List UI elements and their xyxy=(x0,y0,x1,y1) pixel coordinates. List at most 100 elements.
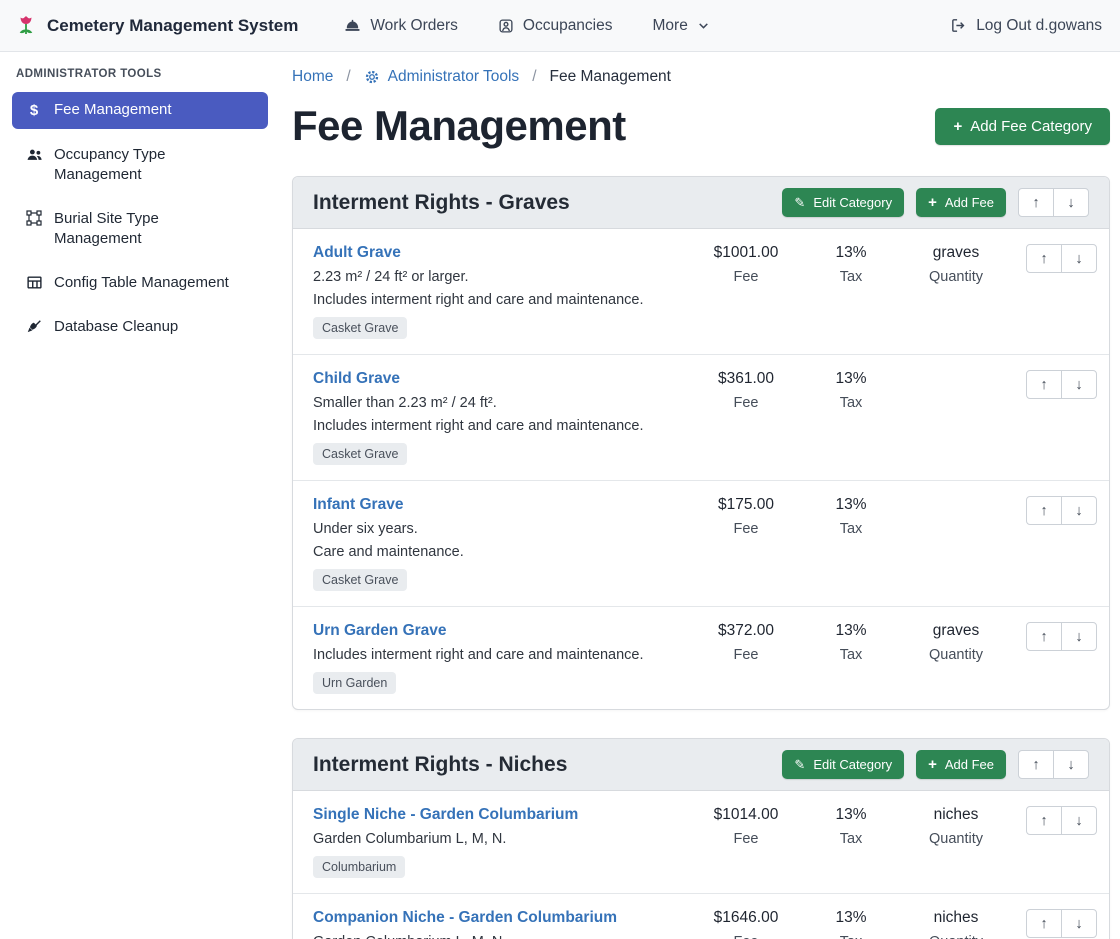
edit-category-button[interactable]: ✎ Edit Category xyxy=(782,188,904,217)
fee-list: Adult Grave 2.23 m² / 24 ft² or larger.I… xyxy=(293,229,1109,709)
move-fee-up-button[interactable]: ↑ xyxy=(1026,622,1062,651)
fee-quantity: niches xyxy=(901,909,1011,928)
nav-work-orders[interactable]: Work Orders xyxy=(344,17,458,35)
fee-name-link[interactable]: Child Grave xyxy=(313,370,400,388)
page-title: Fee Management xyxy=(292,102,626,150)
fee-tax-label: Tax xyxy=(801,831,901,848)
fee-amount: $175.00 xyxy=(691,496,801,515)
sidebar-item-occupancy-type-management[interactable]: Occupancy Type Management xyxy=(12,137,268,193)
button-label: Edit Category xyxy=(813,195,892,210)
fee-name-link[interactable]: Infant Grave xyxy=(313,496,403,514)
pencil-icon: ✎ xyxy=(794,758,805,771)
arrow-down-icon: ↓ xyxy=(1075,251,1082,267)
fee-name-link[interactable]: Single Niche - Garden Columbarium xyxy=(313,806,578,824)
fee-tax-column: 13% Tax xyxy=(801,370,901,412)
fee-tax: 13% xyxy=(801,622,901,641)
hard-hat-icon xyxy=(344,17,361,34)
fee-reorder-group: ↑ ↓ xyxy=(1026,909,1097,938)
fee-tax-column: 13% Tax xyxy=(801,909,901,939)
fee-tax: 13% xyxy=(801,496,901,515)
fee-row: Adult Grave 2.23 m² / 24 ft² or larger.I… xyxy=(293,229,1109,355)
category-reorder-group: ↑ ↓ xyxy=(1018,188,1089,217)
fee-name-link[interactable]: Urn Garden Grave xyxy=(313,622,447,640)
fee-quantity-label: Quantity xyxy=(901,269,1011,286)
broom-icon xyxy=(24,318,44,335)
fee-description: Includes interment right and care and ma… xyxy=(313,418,691,434)
move-fee-up-button[interactable]: ↑ xyxy=(1026,909,1062,938)
sidebar-item-database-cleanup[interactable]: Database Cleanup xyxy=(12,309,268,345)
add-fee-category-button[interactable]: + Add Fee Category xyxy=(935,108,1110,145)
fee-type-badge: Columbarium xyxy=(313,856,405,878)
app-brand[interactable]: Cemetery Management System xyxy=(14,14,298,38)
move-fee-up-button[interactable]: ↑ xyxy=(1026,806,1062,835)
add-fee-button[interactable]: + Add Fee xyxy=(916,188,1006,217)
fee-reorder-group: ↑ ↓ xyxy=(1026,244,1097,273)
move-category-down-button[interactable]: ↓ xyxy=(1053,188,1089,217)
category-title: Interment Rights - Graves xyxy=(313,191,570,215)
dollar-icon: $ xyxy=(24,101,44,121)
button-label: Add Fee xyxy=(945,195,994,210)
fee-reorder: ↑ ↓ xyxy=(1011,806,1099,835)
move-fee-down-button[interactable]: ↓ xyxy=(1061,909,1097,938)
fee-amount-column: $361.00 Fee xyxy=(691,370,801,412)
breadcrumb-home[interactable]: Home xyxy=(292,68,333,86)
fee-quantity-column xyxy=(901,370,1011,412)
sidebar-item-label: Burial Site Type Management xyxy=(54,209,234,249)
flower-logo-icon xyxy=(14,14,38,38)
fee-amount-label: Fee xyxy=(691,934,801,939)
move-category-down-button[interactable]: ↓ xyxy=(1053,750,1089,779)
nav-occupancies[interactable]: Occupancies xyxy=(498,17,613,35)
logout-button[interactable]: Log Out d.gowans xyxy=(950,17,1102,35)
fee-amount-column: $1646.00 Fee xyxy=(691,909,801,939)
fee-reorder: ↑ ↓ xyxy=(1011,244,1099,273)
move-fee-down-button[interactable]: ↓ xyxy=(1061,244,1097,273)
edit-category-button[interactable]: ✎ Edit Category xyxy=(782,750,904,779)
fee-info: Adult Grave 2.23 m² / 24 ft² or larger.I… xyxy=(313,244,691,339)
app-title: Cemetery Management System xyxy=(47,16,298,36)
fee-reorder: ↑ ↓ xyxy=(1011,496,1099,525)
fee-row: Child Grave Smaller than 2.23 m² / 24 ft… xyxy=(293,355,1109,481)
nav-more[interactable]: More xyxy=(653,17,710,35)
arrow-down-icon: ↓ xyxy=(1075,629,1082,645)
move-fee-down-button[interactable]: ↓ xyxy=(1061,496,1097,525)
fee-quantity: niches xyxy=(901,806,1011,825)
nav-label: Work Orders xyxy=(370,17,458,35)
move-fee-up-button[interactable]: ↑ xyxy=(1026,370,1062,399)
breadcrumb-admin-tools[interactable]: Administrator Tools xyxy=(364,68,520,86)
pencil-icon: ✎ xyxy=(794,196,805,209)
arrow-down-icon: ↓ xyxy=(1075,916,1082,932)
fee-type-badge: Casket Grave xyxy=(313,443,407,465)
category-actions: ✎ Edit Category + Add Fee ↑ ↓ xyxy=(782,188,1089,217)
fee-amount: $361.00 xyxy=(691,370,801,389)
fee-amount-label: Fee xyxy=(691,647,801,664)
fee-reorder: ↑ ↓ xyxy=(1011,370,1099,399)
fee-info: Infant Grave Under six years.Care and ma… xyxy=(313,496,691,591)
sidebar-item-burial-site-type-management[interactable]: Burial Site Type Management xyxy=(12,201,268,257)
sidebar-item-fee-management[interactable]: $Fee Management xyxy=(12,92,268,129)
fee-descriptions: Garden Columbarium L, M, N. xyxy=(313,831,691,847)
fee-amount-column: $1014.00 Fee xyxy=(691,806,801,848)
arrow-down-icon: ↓ xyxy=(1075,813,1082,829)
move-fee-down-button[interactable]: ↓ xyxy=(1061,622,1097,651)
move-fee-up-button[interactable]: ↑ xyxy=(1026,244,1062,273)
fee-quantity: graves xyxy=(901,622,1011,641)
move-fee-down-button[interactable]: ↓ xyxy=(1061,370,1097,399)
move-fee-up-button[interactable]: ↑ xyxy=(1026,496,1062,525)
fee-name-link[interactable]: Companion Niche - Garden Columbarium xyxy=(313,909,617,927)
sidebar-item-label: Occupancy Type Management xyxy=(54,145,234,185)
fee-amount: $1014.00 xyxy=(691,806,801,825)
fee-reorder-group: ↑ ↓ xyxy=(1026,496,1097,525)
button-label: Add Fee Category xyxy=(970,118,1092,135)
fee-tax-label: Tax xyxy=(801,269,901,286)
sidebar-item-config-table-management[interactable]: Config Table Management xyxy=(12,265,268,301)
fee-name-link[interactable]: Adult Grave xyxy=(313,244,401,262)
move-category-up-button[interactable]: ↑ xyxy=(1018,188,1054,217)
app-root: Cemetery Management System Work Orders O… xyxy=(0,0,1120,939)
add-fee-button[interactable]: + Add Fee xyxy=(916,750,1006,779)
chevron-down-icon xyxy=(697,19,710,32)
fee-reorder-group: ↑ ↓ xyxy=(1026,622,1097,651)
move-fee-down-button[interactable]: ↓ xyxy=(1061,806,1097,835)
fee-row: Companion Niche - Garden Columbarium Gar… xyxy=(293,894,1109,939)
move-category-up-button[interactable]: ↑ xyxy=(1018,750,1054,779)
fee-quantity: graves xyxy=(901,244,1011,263)
